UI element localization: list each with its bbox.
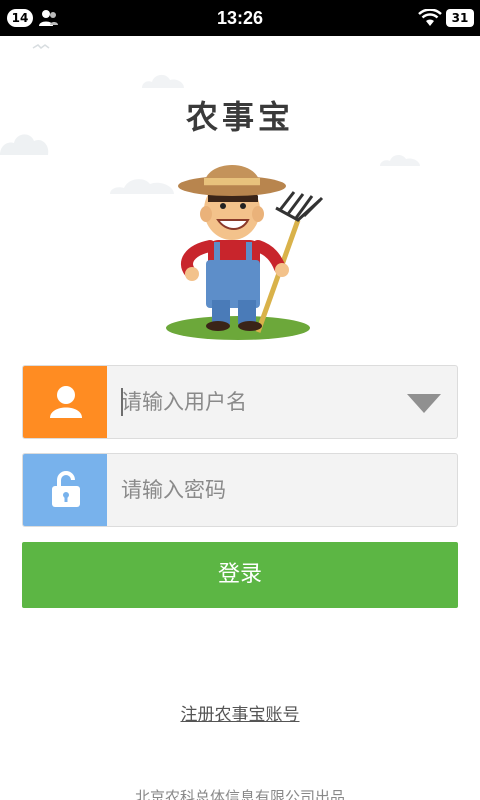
footer-text: 北京农科总体信息有限公司出品: [134, 788, 345, 800]
text-cursor: [121, 388, 123, 416]
bird-decoration: [32, 44, 50, 49]
cloud-decoration: [142, 74, 184, 88]
password-field: [22, 453, 458, 527]
login-button[interactable]: 登录: [22, 542, 458, 608]
register-link[interactable]: 注册农事宝账号: [0, 700, 480, 725]
username-field: [22, 365, 458, 439]
farmer-illustration: [166, 165, 324, 340]
status-time: 13:26: [216, 8, 264, 28]
password-icon-box: [23, 454, 107, 526]
chevron-down-icon[interactable]: [407, 394, 441, 413]
status-bar: 14 13:26 31: [0, 0, 480, 36]
password-input[interactable]: [121, 454, 411, 526]
app-title: 农事宝: [185, 98, 294, 136]
battery-icon: 31: [446, 9, 474, 27]
username-input[interactable]: [121, 366, 411, 438]
wifi-icon: [418, 9, 442, 26]
username-icon-box: [23, 366, 107, 438]
cloud-decoration: [380, 155, 420, 166]
unlock-icon: [52, 471, 80, 507]
user-icon: [50, 386, 82, 418]
